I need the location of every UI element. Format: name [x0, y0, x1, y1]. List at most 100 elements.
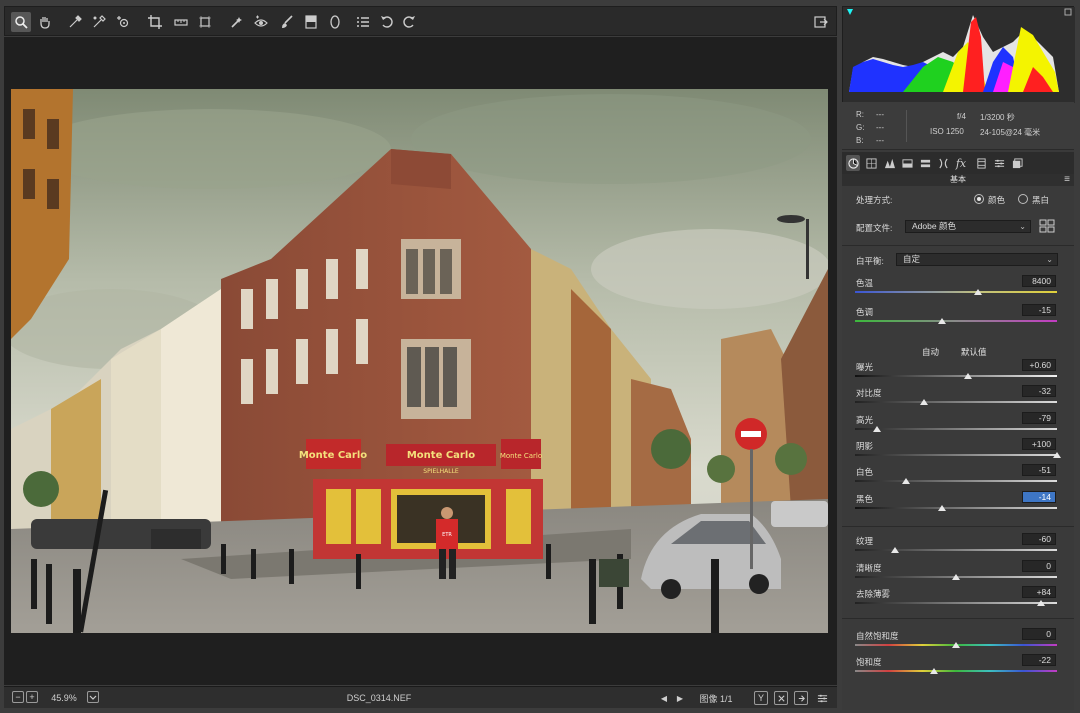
texture-value-field[interactable]: -60	[1022, 533, 1056, 545]
saturation-slider-handle[interactable]	[929, 668, 938, 674]
detail-tab-icon[interactable]	[882, 155, 896, 171]
lens-info: 24-105@24 毫米	[980, 128, 1041, 137]
highlights-slider-handle[interactable]	[873, 426, 882, 432]
dehaze-slider-handle[interactable]	[1036, 600, 1045, 606]
shop-sign-left: Monte Carlo	[299, 450, 367, 461]
graduated-filter-icon[interactable]	[301, 12, 321, 32]
highlights-value-field[interactable]: -79	[1022, 412, 1056, 424]
radial-filter-icon[interactable]	[325, 12, 345, 32]
snapshots-tab-icon[interactable]	[1010, 155, 1024, 171]
temperature-slider[interactable]	[855, 291, 1057, 293]
texture-slider[interactable]	[855, 549, 1057, 551]
blacks-label: 黑色	[856, 494, 874, 504]
zoom-in-button[interactable]: +	[26, 691, 38, 703]
effects-tab-icon[interactable]: fx	[954, 155, 968, 171]
image-canvas[interactable]: Monte Carlo Monte Carlo SPIELHALLE Monte…	[4, 37, 837, 685]
straighten-icon[interactable]	[171, 12, 191, 32]
texture-slider-handle[interactable]	[891, 547, 900, 553]
dehaze-slider[interactable]	[855, 602, 1057, 604]
color-sampler-icon[interactable]	[89, 12, 109, 32]
zoom-dropdown-icon[interactable]	[87, 691, 99, 703]
saturation-slider[interactable]	[855, 670, 1057, 672]
dehaze-value-field[interactable]: +84	[1022, 586, 1056, 598]
shadows-value-field[interactable]: +100	[1022, 438, 1056, 450]
clarity-slider-handle[interactable]	[952, 574, 960, 580]
split-toning-tab-icon[interactable]	[918, 155, 932, 171]
iso-value: ISO 1250	[930, 127, 964, 136]
tint-slider[interactable]	[855, 320, 1057, 322]
hand-icon[interactable]	[35, 12, 55, 32]
zoom-out-button[interactable]: −	[12, 691, 24, 703]
divider	[842, 245, 1074, 246]
chevron-down-icon: ⌄	[1046, 255, 1053, 264]
blacks-value-field[interactable]: -14	[1022, 491, 1056, 503]
contrast-slider[interactable]	[855, 401, 1057, 403]
treatment-bw-radio[interactable]	[1018, 194, 1028, 204]
presets-list-icon[interactable]	[353, 12, 373, 32]
adjustment-brush-icon[interactable]	[277, 12, 297, 32]
rotate-cw-icon[interactable]	[399, 12, 419, 32]
profile-dropdown[interactable]: Adobe 颜色 ⌄	[905, 220, 1031, 233]
auto-button[interactable]: 自动	[922, 346, 939, 358]
exposure-slider-handle[interactable]	[964, 373, 973, 379]
blacks-slider-handle[interactable]	[937, 505, 946, 511]
basic-tab-icon[interactable]	[846, 155, 860, 171]
profile-value: Adobe 颜色	[912, 221, 956, 231]
tone-curve-tab-icon[interactable]	[864, 155, 878, 171]
panel-menu-icon[interactable]: ≡	[1064, 175, 1070, 185]
temperature-slider-handle[interactable]	[974, 289, 983, 295]
highlights-slider[interactable]	[855, 428, 1057, 430]
white-balance-label: 白平衡:	[856, 256, 884, 266]
presets-tab-icon[interactable]	[992, 155, 1006, 171]
camera-raw-window: Monte Carlo Monte Carlo SPIELHALLE Monte…	[0, 0, 1080, 713]
targeted-adjustment-icon[interactable]	[113, 12, 133, 32]
saturation-value-field[interactable]: -22	[1022, 654, 1056, 666]
exposure-slider[interactable]	[855, 375, 1057, 377]
crop-icon[interactable]	[145, 12, 165, 32]
shutter-speed: 1/3200 秒	[980, 113, 1015, 122]
hsl-tab-icon[interactable]	[900, 155, 914, 171]
profile-browser-icon[interactable]	[1039, 219, 1055, 233]
filename-label: DSC_0314.NEF	[346, 693, 412, 703]
vibrance-value-field[interactable]: 0	[1022, 628, 1056, 640]
whites-slider-handle[interactable]	[901, 478, 910, 484]
calibration-tab-icon[interactable]	[974, 155, 988, 171]
rotate-ccw-icon[interactable]	[377, 12, 397, 32]
swap-before-after-icon[interactable]	[774, 691, 788, 705]
default-button[interactable]: 默认值	[961, 346, 987, 358]
shop-sign-right: Monte Carlo	[500, 452, 542, 460]
red-eye-icon[interactable]	[251, 12, 271, 32]
chevron-down-icon: ⌄	[1019, 222, 1026, 231]
open-image-icon[interactable]	[811, 12, 831, 32]
lens-corrections-tab-icon[interactable]	[936, 155, 950, 171]
divider	[842, 618, 1074, 619]
shadows-slider[interactable]	[855, 454, 1057, 456]
treatment-color-radio[interactable]	[974, 194, 984, 204]
blacks-slider[interactable]	[855, 507, 1057, 509]
clarity-value-field[interactable]: 0	[1022, 560, 1056, 572]
prev-image-button[interactable]: ◀	[658, 691, 670, 705]
vibrance-slider-handle[interactable]	[952, 642, 960, 648]
histogram	[842, 6, 1075, 103]
temperature-value-field[interactable]: 8400	[1022, 275, 1056, 287]
tint-value-field[interactable]: -15	[1022, 304, 1056, 316]
whites-value-field[interactable]: -51	[1022, 464, 1056, 476]
contrast-value-field[interactable]: -32	[1022, 385, 1056, 397]
white-balance-icon[interactable]	[65, 12, 85, 32]
transform-icon[interactable]	[195, 12, 215, 32]
contrast-slider-handle[interactable]	[919, 399, 928, 405]
photo-preview[interactable]: Monte Carlo Monte Carlo SPIELHALLE Monte…	[11, 89, 828, 633]
before-after-toggle[interactable]: Y	[754, 691, 768, 705]
tint-slider-handle[interactable]	[937, 318, 946, 324]
copy-settings-icon[interactable]	[794, 691, 808, 705]
settings-sliders-icon[interactable]	[814, 691, 830, 705]
exposure-value-field[interactable]: +0.60	[1022, 359, 1056, 371]
zoom-level: 45.9%	[51, 693, 77, 703]
whites-slider[interactable]	[855, 480, 1057, 482]
next-image-button[interactable]: ▶	[674, 691, 686, 705]
spot-removal-icon[interactable]	[227, 12, 247, 32]
section-title: 基本	[950, 175, 966, 184]
zoom-icon[interactable]	[11, 12, 31, 32]
white-balance-dropdown[interactable]: 自定 ⌄	[896, 253, 1058, 266]
shadows-slider-handle[interactable]	[1053, 452, 1061, 458]
